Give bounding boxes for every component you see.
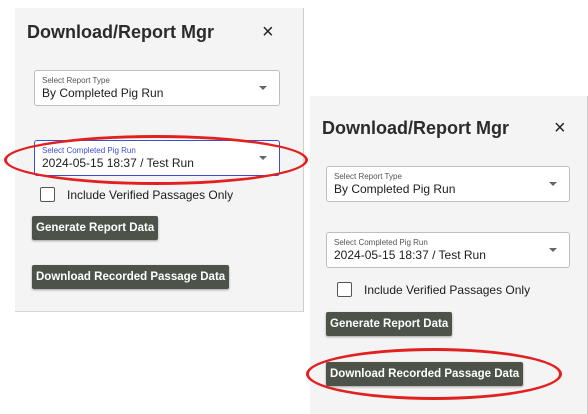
- close-icon[interactable]: ×: [262, 22, 274, 42]
- verified-passages-checkbox[interactable]: [337, 282, 352, 297]
- report-type-select[interactable]: Select Report Type By Completed Pig Run: [34, 70, 280, 106]
- report-type-select[interactable]: Select Report Type By Completed Pig Run: [326, 166, 570, 202]
- pig-run-select[interactable]: Select Completed Pig Run 2024-05-15 18:3…: [326, 232, 570, 268]
- chevron-down-icon: [549, 182, 557, 186]
- report-type-label: Select Report Type: [42, 76, 110, 85]
- download-report-panel-left: Download/Report Mgr × Select Report Type…: [15, 8, 304, 312]
- close-icon[interactable]: ×: [554, 118, 566, 138]
- verified-passages-label: Include Verified Passages Only: [67, 188, 234, 202]
- verified-passages-checkbox[interactable]: [40, 187, 55, 202]
- download-passage-data-button[interactable]: Download Recorded Passage Data: [326, 362, 524, 386]
- download-report-panel-right: Download/Report Mgr × Select Report Type…: [310, 96, 588, 414]
- pig-run-label: Select Completed Pig Run: [42, 146, 136, 155]
- generate-report-button[interactable]: Generate Report Data: [326, 312, 453, 336]
- verified-passages-row: Include Verified Passages Only: [337, 282, 577, 300]
- verified-passages-label: Include Verified Passages Only: [364, 283, 531, 297]
- panel-title: Download/Report Mgr: [322, 118, 509, 138]
- panel-title: Download/Report Mgr: [27, 22, 214, 42]
- report-type-value: By Completed Pig Run: [42, 86, 164, 100]
- report-type-label: Select Report Type: [334, 172, 402, 181]
- pig-run-select[interactable]: Select Completed Pig Run 2024-05-15 18:3…: [34, 140, 280, 176]
- download-passage-data-button[interactable]: Download Recorded Passage Data: [32, 265, 230, 289]
- chevron-down-icon: [549, 248, 557, 252]
- screenshot-stage: Download/Report Mgr × Select Report Type…: [0, 0, 588, 414]
- chevron-down-icon: [259, 156, 267, 160]
- pig-run-value: 2024-05-15 18:37 / Test Run: [334, 248, 486, 262]
- pig-run-value: 2024-05-15 18:37 / Test Run: [42, 156, 194, 170]
- pig-run-label: Select Completed Pig Run: [334, 238, 428, 247]
- verified-passages-row: Include Verified Passages Only: [40, 187, 280, 205]
- chevron-down-icon: [259, 86, 267, 90]
- generate-report-button[interactable]: Generate Report Data: [32, 216, 159, 240]
- report-type-value: By Completed Pig Run: [334, 182, 456, 196]
